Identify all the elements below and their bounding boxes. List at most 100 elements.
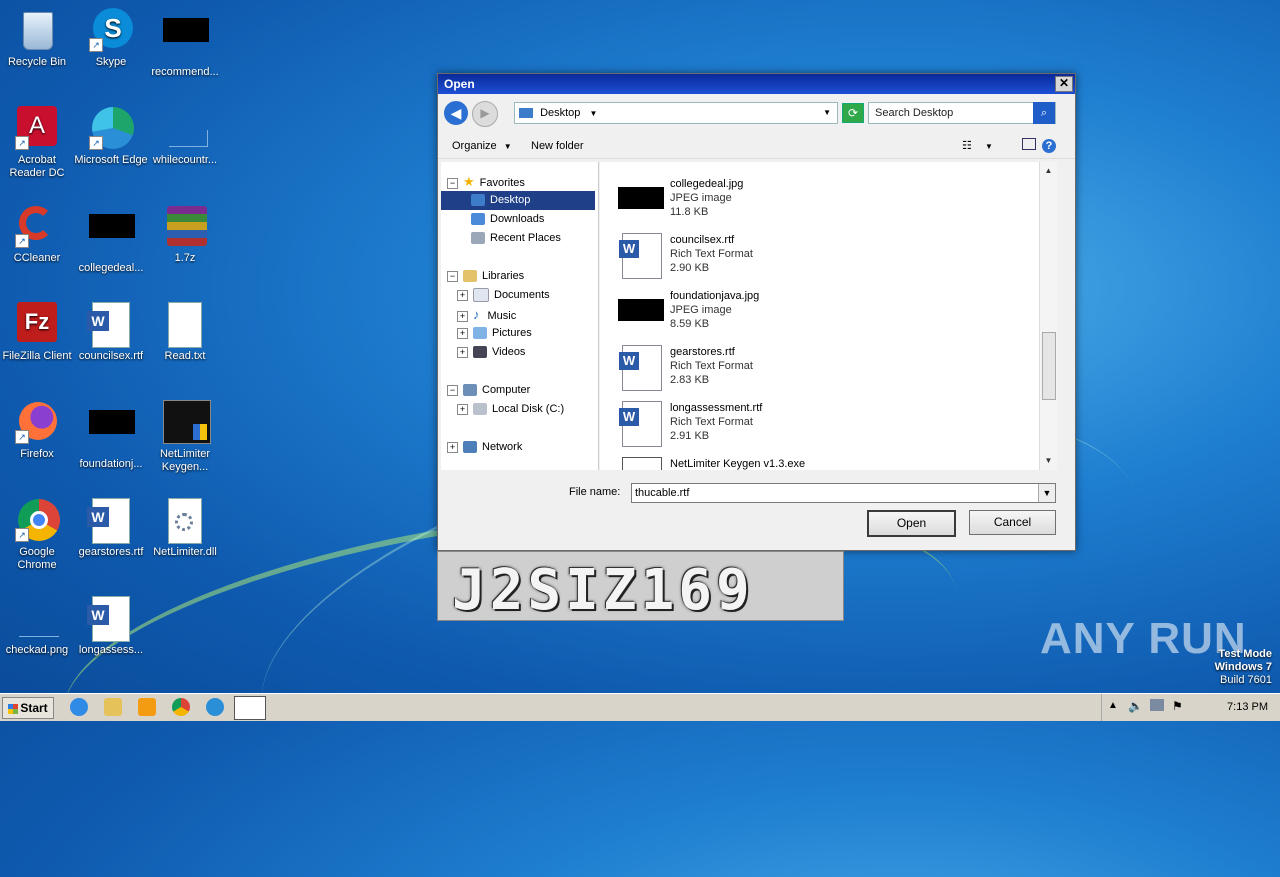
file-name-input[interactable]: thucable.rtf ▼ <box>631 483 1056 503</box>
address-bar[interactable]: Desktop ▼ ▼ <box>514 102 838 124</box>
desktop-icon-chrome[interactable]: ↗ Google Chrome <box>0 498 74 572</box>
skype-icon: S ↗ <box>89 8 133 52</box>
list-item[interactable]: W gearstores.rtf Rich Text Format 2.83 K… <box>618 345 1018 397</box>
desktop-icon-checkad[interactable]: checkad.png <box>0 596 74 657</box>
desktop-icon-longassess[interactable]: W longassess... <box>74 596 148 657</box>
back-button[interactable]: ◀ <box>444 101 468 125</box>
edge-icon[interactable] <box>206 698 224 716</box>
ie-icon[interactable] <box>70 698 88 716</box>
tree-desktop[interactable]: Desktop <box>441 191 595 210</box>
chrome-icon[interactable] <box>172 698 190 716</box>
desktop-icon-collegedeal[interactable]: collegedeal... <box>74 204 148 275</box>
media-player-icon[interactable] <box>138 698 156 716</box>
new-folder-button[interactable]: New folder <box>531 138 584 154</box>
expand-icon[interactable]: + <box>457 327 468 339</box>
desktop-icon-gearstores[interactable]: W gearstores.rtf <box>74 498 148 559</box>
tree-recent-places[interactable]: Recent Places <box>471 229 561 248</box>
desktop-icon-ccleaner[interactable]: ↗ CCleaner <box>0 204 74 265</box>
recent-places-icon <box>471 232 485 245</box>
tree-downloads[interactable]: Downloads <box>471 210 544 229</box>
network-tray-icon[interactable] <box>1150 699 1164 711</box>
scroll-up-icon[interactable]: ▲ <box>1042 164 1055 178</box>
desktop-icon-recommend[interactable]: recommend... <box>148 8 222 79</box>
tree-music[interactable]: + ♪ Music <box>457 305 516 326</box>
list-item[interactable]: NetLimiter Keygen v1.3.exe <box>618 457 1018 470</box>
word-document-icon: W <box>619 401 662 447</box>
expand-icon[interactable]: + <box>447 441 458 453</box>
search-button[interactable]: ⌕ <box>1033 102 1055 124</box>
file-name: councilsex.rtf <box>670 234 735 246</box>
chevron-up-icon[interactable]: ▲ <box>1108 700 1118 711</box>
disk-icon <box>473 403 487 416</box>
expand-icon[interactable]: + <box>457 289 468 301</box>
desktop-icon-firefox[interactable]: ↗ Firefox <box>0 400 74 461</box>
command-toolbar: Organize ▼ New folder ☷ ▼ ? <box>438 134 1075 159</box>
file-name: collegedeal.jpg <box>670 178 744 190</box>
view-options-button[interactable]: ☷ ▼ <box>962 138 993 155</box>
tree-documents[interactable]: + Documents <box>457 286 550 305</box>
list-item[interactable]: collegedeal.jpg JPEG image 11.8 KB <box>618 177 1018 229</box>
open-button[interactable]: Open <box>867 510 956 537</box>
keygen-taskbar-icon[interactable] <box>234 696 266 720</box>
flag-icon[interactable]: ⚑ <box>1172 699 1183 713</box>
search-input[interactable]: Search Desktop ⌕ <box>868 102 1056 124</box>
collapse-icon[interactable]: − <box>447 270 458 282</box>
clock[interactable]: 7:13 PM <box>1227 701 1268 713</box>
tree-network[interactable]: + Network <box>447 438 522 457</box>
chevron-down-icon[interactable]: ▼ <box>589 109 597 118</box>
expand-icon[interactable]: + <box>457 310 468 322</box>
collapse-icon[interactable]: − <box>447 384 458 396</box>
file-size: 11.8 KB <box>670 206 709 218</box>
desktop-icon-netlimiter-keygen[interactable]: NetLimiter Keygen... <box>148 400 222 474</box>
list-item[interactable]: foundationjava.jpg JPEG image 8.59 KB <box>618 289 1018 341</box>
start-button[interactable]: Start <box>2 697 54 719</box>
tree-label: Computer <box>482 384 531 396</box>
tree-videos[interactable]: + Videos <box>457 343 525 362</box>
scroll-down-icon[interactable]: ▼ <box>1042 454 1055 468</box>
tree-pictures[interactable]: + Pictures <box>457 324 532 343</box>
preview-pane-button[interactable] <box>1022 138 1036 155</box>
word-document-icon: W <box>87 498 133 544</box>
test-mode-watermark: Test Mode Windows 7 Build 7601 <box>1215 648 1272 687</box>
tree-computer[interactable]: − Computer <box>447 381 530 400</box>
file-size: 8.59 KB <box>670 318 710 330</box>
desktop-icon-filezilla[interactable]: Fz FileZilla Client <box>0 302 74 363</box>
address-dropdown-icon[interactable]: ▼ <box>823 103 831 123</box>
forward-button[interactable]: ▶ <box>472 101 498 127</box>
desktop-icon-recycle-bin[interactable]: Recycle Bin <box>0 8 74 69</box>
chevron-down-icon[interactable]: ▼ <box>1038 484 1055 502</box>
desktop-icon-netlimiter-dll[interactable]: NetLimiter.dll <box>148 498 222 559</box>
organize-button[interactable]: Organize ▼ <box>452 138 512 155</box>
help-button[interactable]: ? <box>1042 138 1056 154</box>
desktop-icon-edge[interactable]: ↗ Microsoft Edge <box>74 106 148 167</box>
tree-local-disk[interactable]: + Local Disk (C:) <box>457 400 564 419</box>
cancel-button[interactable]: Cancel <box>969 510 1056 535</box>
tree-label: Pictures <box>492 327 532 339</box>
image-file-icon <box>163 106 208 150</box>
expand-icon[interactable]: + <box>457 403 468 415</box>
dialog-titlebar[interactable]: Open ✕ <box>438 74 1075 94</box>
tree-libraries[interactable]: − Libraries <box>447 267 524 286</box>
vertical-scrollbar[interactable]: ▲ ▼ <box>1039 162 1057 470</box>
desktop-icon-1-7z[interactable]: 1.7z <box>148 204 222 265</box>
scrollbar-thumb[interactable] <box>1042 332 1056 400</box>
desktop-icon-skype[interactable]: S ↗ Skype <box>74 8 148 69</box>
explorer-icon[interactable] <box>104 698 122 716</box>
desktop-icon-read-txt[interactable]: Read.txt <box>148 302 222 363</box>
tree-label: Favorites <box>479 177 525 189</box>
refresh-button[interactable]: ⟳ <box>842 103 864 123</box>
list-item[interactable]: W longassessment.rtf Rich Text Format 2.… <box>618 401 1018 453</box>
list-item[interactable]: W councilsex.rtf Rich Text Format 2.90 K… <box>618 233 1018 285</box>
collapse-icon[interactable]: − <box>447 177 458 189</box>
desktop-icon-whilecountr[interactable]: whilecountr... <box>148 106 222 167</box>
word-document-icon: W <box>619 345 662 391</box>
expand-icon[interactable]: + <box>457 346 468 358</box>
desktop-icon-acrobat[interactable]: A ↗ Acrobat Reader DC <box>0 106 74 180</box>
tree-label: Recent Places <box>490 232 561 244</box>
tree-favorites[interactable]: − ★ Favorites <box>447 172 525 193</box>
desktop-icon-councilsex[interactable]: W councilsex.rtf <box>74 302 148 363</box>
desktop-icon-foundationj[interactable]: foundationj... <box>74 400 148 471</box>
close-button[interactable]: ✕ <box>1055 76 1073 92</box>
speaker-icon[interactable]: 🔈 <box>1128 699 1143 713</box>
organize-label: Organize <box>452 140 497 152</box>
